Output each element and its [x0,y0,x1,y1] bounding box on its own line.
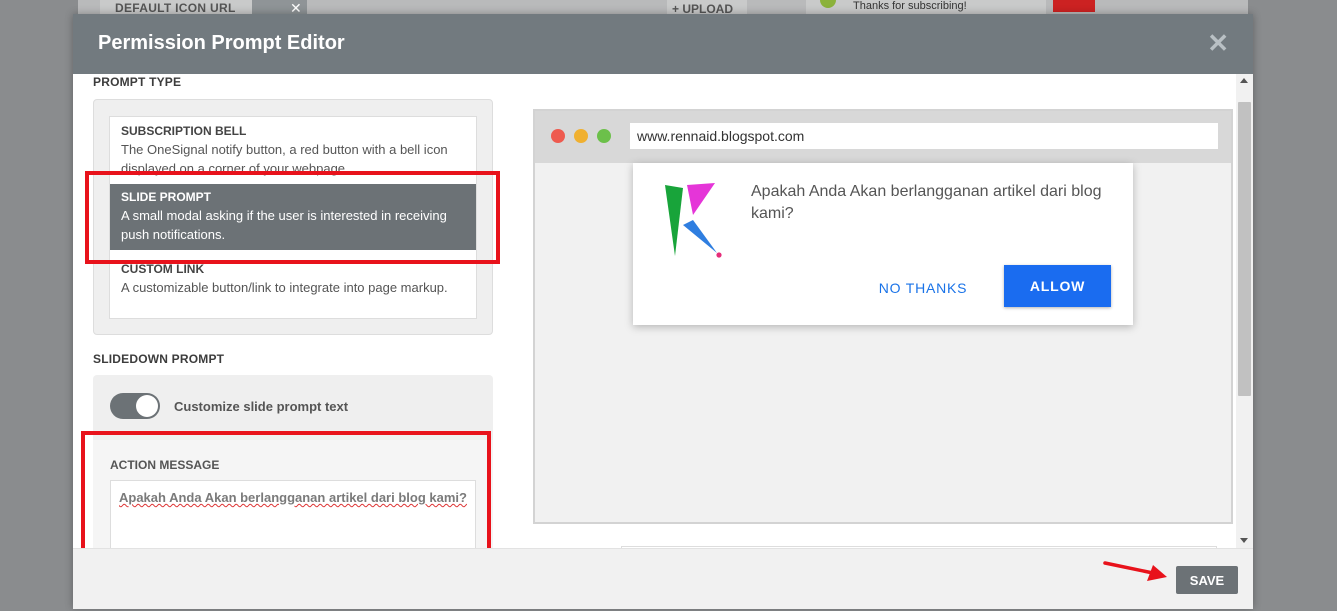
no-thanks-button[interactable]: NO THANKS [873,267,973,309]
prompt-message: Apakah Anda Akan berlangganan artikel da… [751,183,1102,222]
scrollbar[interactable] [1236,74,1253,548]
modal-body: PROMPT TYPE SUBSCRIPTION BELL The OneSig… [73,74,1253,548]
action-message-input[interactable]: Apakah Anda Akan berlangganan artikel da… [110,480,476,548]
option-title: SLIDE PROMPT [121,190,212,204]
slide-prompt-preview: Apakah Anda Akan berlangganan artikel da… [633,163,1133,325]
action-message-label: ACTION MESSAGE [110,458,220,472]
modal-header: Permission Prompt Editor ✕ [73,14,1253,74]
url-bar: www.rennaid.blogspot.com [630,123,1218,149]
modal-title: Permission Prompt Editor [98,32,345,54]
slidedown-prompt-label: SLIDEDOWN PROMPT [93,352,225,366]
close-icon[interactable]: ✕ [1207,28,1229,58]
scroll-up-icon[interactable] [1240,78,1248,83]
default-icon-label: DEFAULT ICON URL [115,1,236,15]
option-description: The OneSignal notify button, a red butto… [121,142,448,176]
toggle-knob [136,395,158,417]
browser-bar: www.rennaid.blogspot.com [535,111,1231,163]
prompt-type-list: SUBSCRIPTION BELL The OneSignal notify b… [109,116,477,319]
red-arrow-icon [1103,561,1167,581]
option-title: SUBSCRIPTION BELL [121,124,247,138]
browser-minimize-dot [574,129,588,143]
modal-footer: SAVE [73,548,1253,609]
toggle-label: Customize slide prompt text [174,399,349,414]
scroll-down-icon[interactable] [1240,538,1248,543]
customize-text-toggle[interactable] [110,393,160,419]
option-subscription-bell[interactable]: SUBSCRIPTION BELL The OneSignal notify b… [110,124,476,178]
option-title: CUSTOM LINK [121,262,205,276]
permission-prompt-editor-modal: Permission Prompt Editor ✕ PROMPT TYPE S… [73,14,1253,609]
scroll-thumb[interactable] [1238,102,1251,396]
browser-maximize-dot [597,129,611,143]
prompt-type-label: PROMPT TYPE [93,75,182,89]
option-description: A small modal asking if the user is inte… [121,208,447,242]
allow-button[interactable]: ALLOW [1004,265,1111,307]
browser-close-dot [551,129,565,143]
browser-preview: www.rennaid.blogspot.com Apakah Anda Aka… [533,109,1233,524]
thanks-text: Thanks for subscribing! [853,0,967,12]
option-description: A customizable button/link to integrate … [121,280,448,295]
background-red-badge [1053,0,1095,12]
save-button[interactable]: SAVE [1176,566,1238,594]
option-slide-prompt[interactable]: SLIDE PROMPT A small modal asking if the… [110,184,476,250]
site-logo-icon [665,183,722,258]
